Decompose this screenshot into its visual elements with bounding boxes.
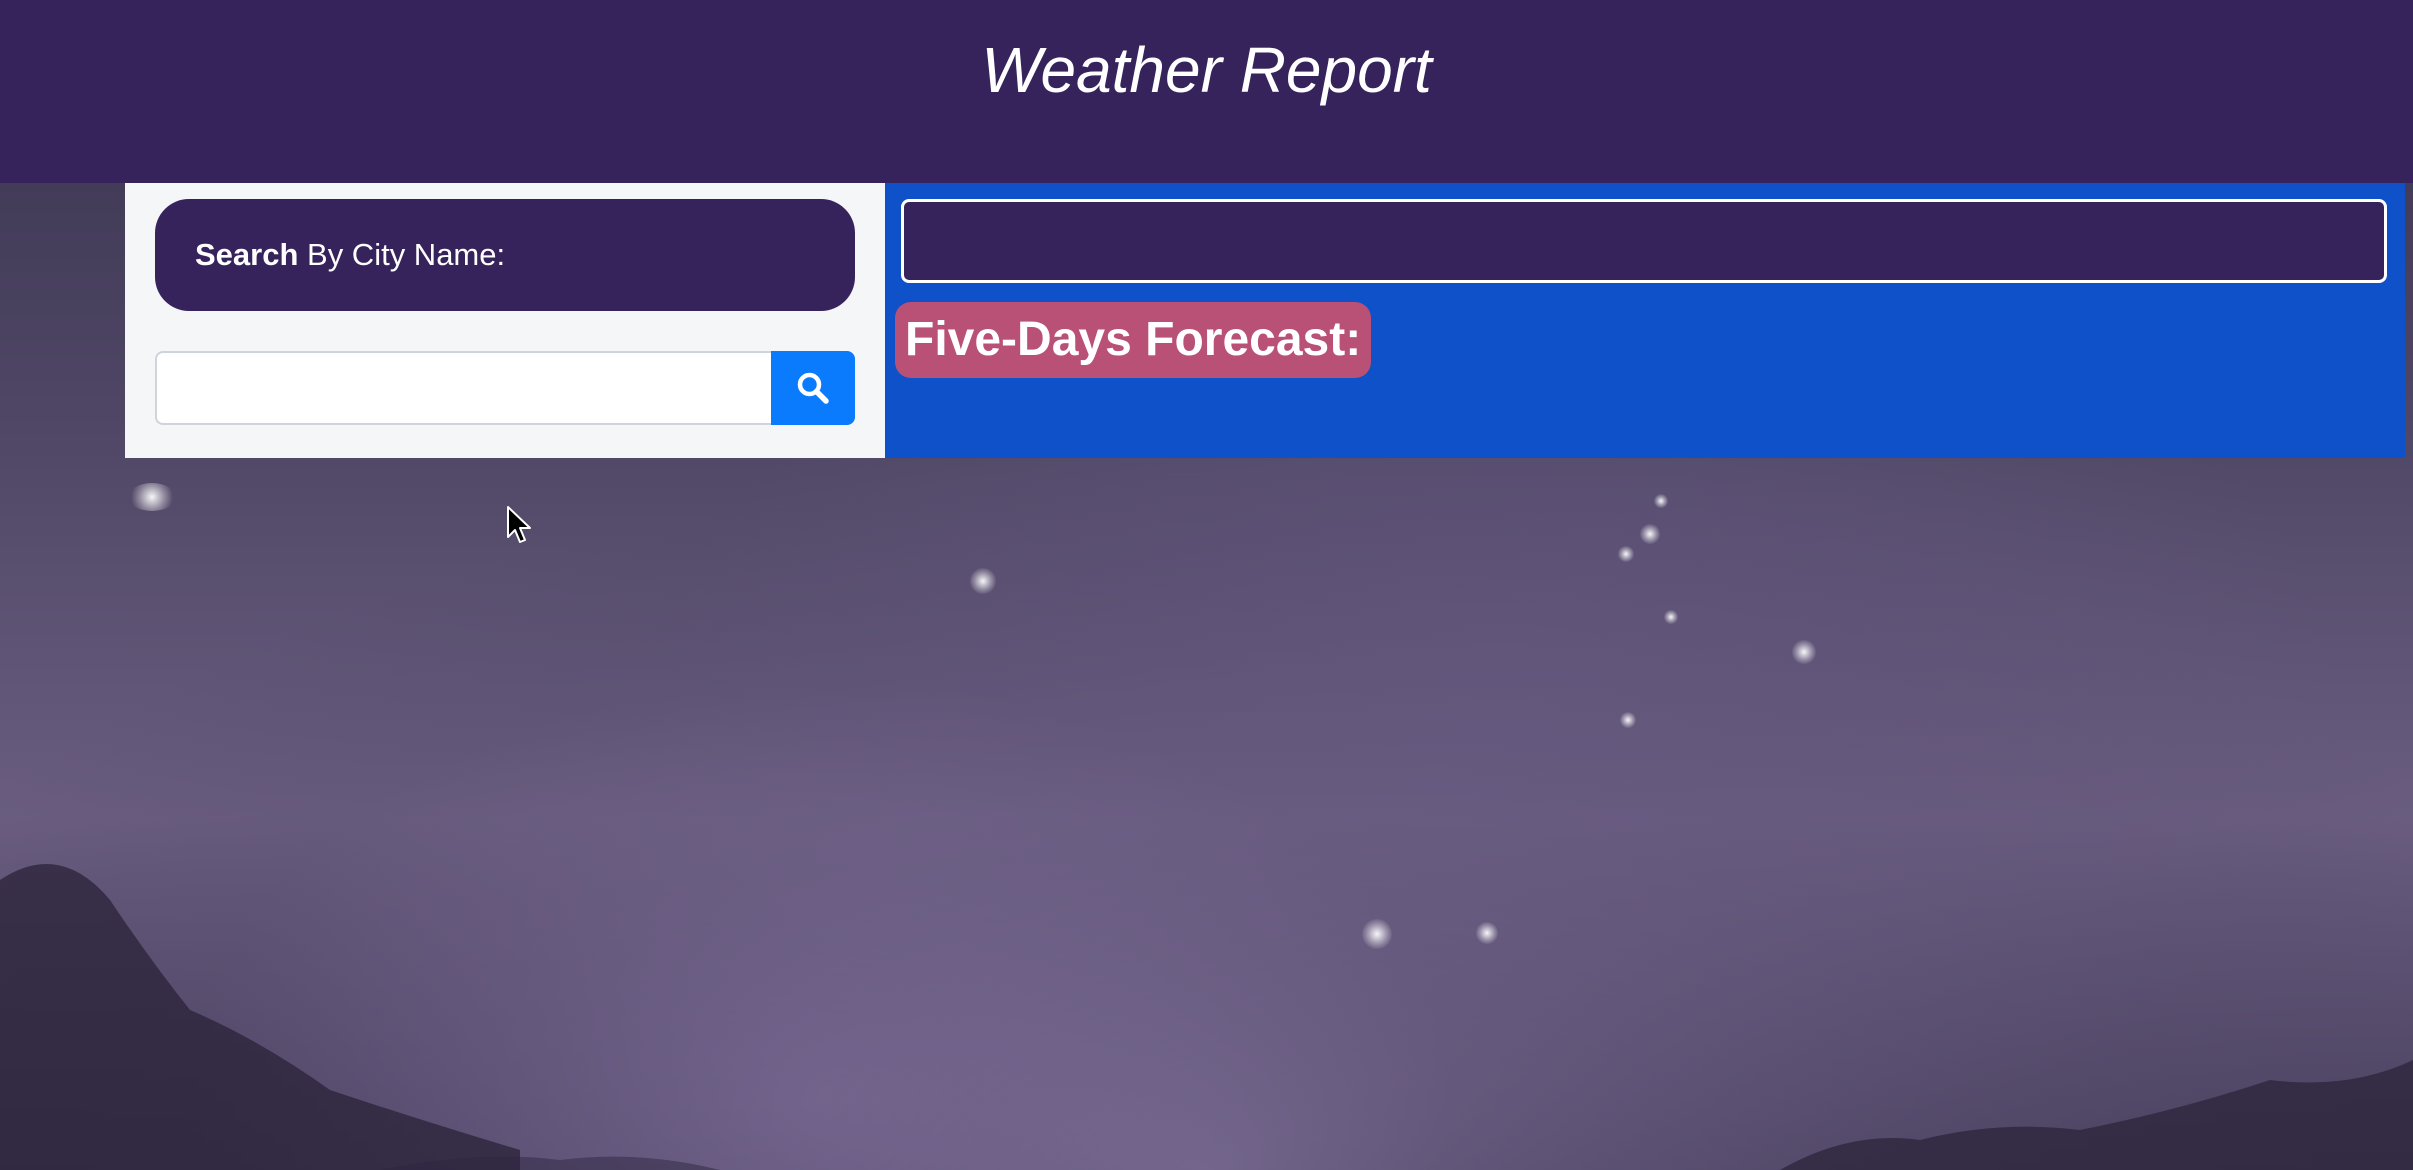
five-day-forecast-heading: Five-Days Forecast: — [895, 302, 1372, 378]
sky-star — [1362, 919, 1392, 949]
sky-star — [1640, 524, 1660, 544]
forecast-panel: Five-Days Forecast: — [885, 183, 2405, 458]
search-label-box: Search By City Name: — [155, 199, 855, 311]
sky-star — [1620, 712, 1636, 728]
search-panel: Search By City Name: — [125, 183, 885, 458]
sky-star — [970, 568, 996, 594]
search-label-text: By City Name: — [298, 237, 506, 272]
search-label: Search By City Name: — [195, 237, 505, 273]
city-search-input[interactable] — [155, 351, 771, 425]
current-city-box — [901, 199, 2387, 283]
sky-star — [1664, 610, 1678, 624]
search-icon — [797, 372, 829, 404]
page-title: Weather Report — [981, 34, 1432, 106]
sky-star — [1792, 640, 1816, 664]
sky-star — [1618, 546, 1634, 562]
page-header: Weather Report — [0, 0, 2413, 183]
sky-star — [1654, 494, 1668, 508]
mouse-cursor-icon — [507, 506, 531, 543]
sky-star — [128, 483, 176, 511]
search-button[interactable] — [771, 351, 855, 425]
search-label-bold: Search — [195, 237, 299, 272]
sky-star — [1476, 922, 1498, 944]
